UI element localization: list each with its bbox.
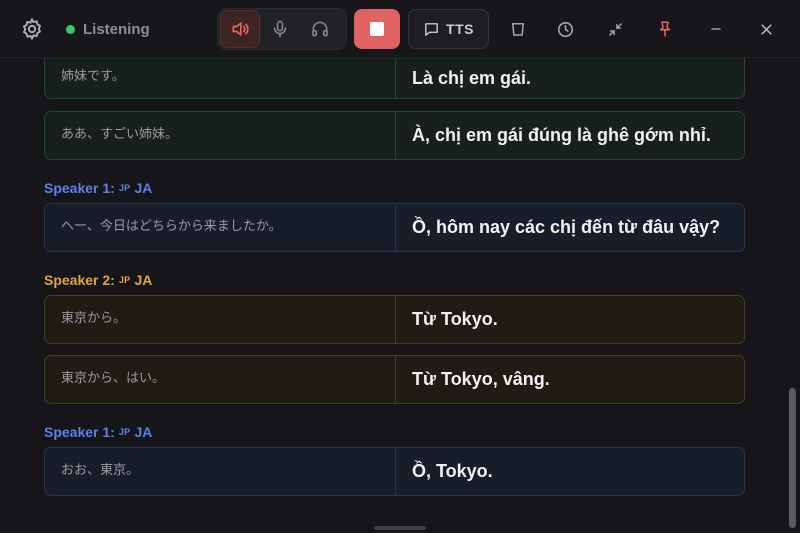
language-code: JA [134,424,153,440]
stop-button[interactable] [354,9,400,49]
tts-button[interactable]: TTS [408,9,489,49]
speaker-label: Speaker 2: JP JA [44,272,152,288]
speaker-name: Speaker 1: [44,180,115,196]
pin-button[interactable] [647,11,683,47]
flag-label: JP [118,275,131,285]
language-code: JA [134,180,153,196]
source-text: 姉妹です。 [45,58,396,98]
status-indicator [66,24,75,34]
listening-status: Listening [66,16,150,42]
source-text: 東京から。 [45,296,396,343]
minimize-arrows-icon [608,22,622,36]
flag-label: JP [118,183,131,193]
settings-button[interactable] [14,11,50,47]
speaker-source-button[interactable] [220,10,260,48]
transcript-entry: 姉妹です。 Là chị em gái. [44,58,745,99]
history-button[interactable] [547,11,583,47]
tts-label: TTS [446,21,474,37]
translation-text: Ồ, hôm nay các chị đến từ đâu vậy? [412,217,721,237]
speaker-label: Speaker 1: JP JA [44,180,152,196]
audio-source-group [217,8,347,50]
transcript-entry: おお、東京。 Ồ, Tokyo. [44,447,745,496]
translation-text: À, chị em gái đúng là ghê gớm nhỉ. [412,125,711,145]
source-text: 東京から、はい。 [45,356,396,403]
translation-text: Từ Tokyo. [412,309,498,329]
speaker-icon [232,22,249,36]
stop-icon [370,22,384,36]
translation-text: Ồ, Tokyo. [412,461,493,481]
gear-icon [22,17,42,41]
clear-button[interactable] [500,11,536,47]
close-icon [760,23,772,35]
speaker-name: Speaker 2: [44,272,115,288]
window-minimize-button[interactable] [698,11,734,47]
resize-handle[interactable] [374,526,426,530]
mic-source-button[interactable] [260,10,300,48]
transcript-panel: 姉妹です。 Là chị em gái. ああ、すごい姉妹。 À, chị em… [0,58,800,533]
mic-icon [273,20,287,38]
speaker-label: Speaker 1: JP JA [44,424,152,440]
trash-icon [512,23,524,36]
clock-icon [557,21,573,37]
minus-icon [711,28,721,30]
source-text: おお、東京。 [45,448,396,495]
transcript-entry: へー、今日はどちらから来ましたか。 Ồ, hôm nay các chị đến… [44,203,745,252]
source-text: ああ、すごい姉妹。 [45,112,396,159]
translation-text: Từ Tokyo, vâng. [412,369,550,389]
message-icon [425,22,438,36]
toolbar: Listening TTS [0,0,800,58]
window-close-button[interactable] [748,11,784,47]
source-text: へー、今日はどちらから来ましたか。 [45,204,396,251]
speaker-name: Speaker 1: [44,424,115,440]
language-code: JA [134,272,153,288]
transcript-entry: 東京から。 Từ Tokyo. [44,295,745,344]
pin-icon [659,21,671,37]
status-label: Listening [83,20,150,38]
translation-text: Là chị em gái. [412,68,532,88]
headphones-icon [312,21,328,37]
flag-label: JP [118,427,131,437]
scrollbar-thumb[interactable] [789,388,796,528]
headphones-source-button[interactable] [300,10,340,48]
compact-mode-button[interactable] [597,11,633,47]
transcript-entry: ああ、すごい姉妹。 À, chị em gái đúng là ghê gớm … [44,111,745,160]
transcript-entry: 東京から、はい。 Từ Tokyo, vâng. [44,355,745,404]
